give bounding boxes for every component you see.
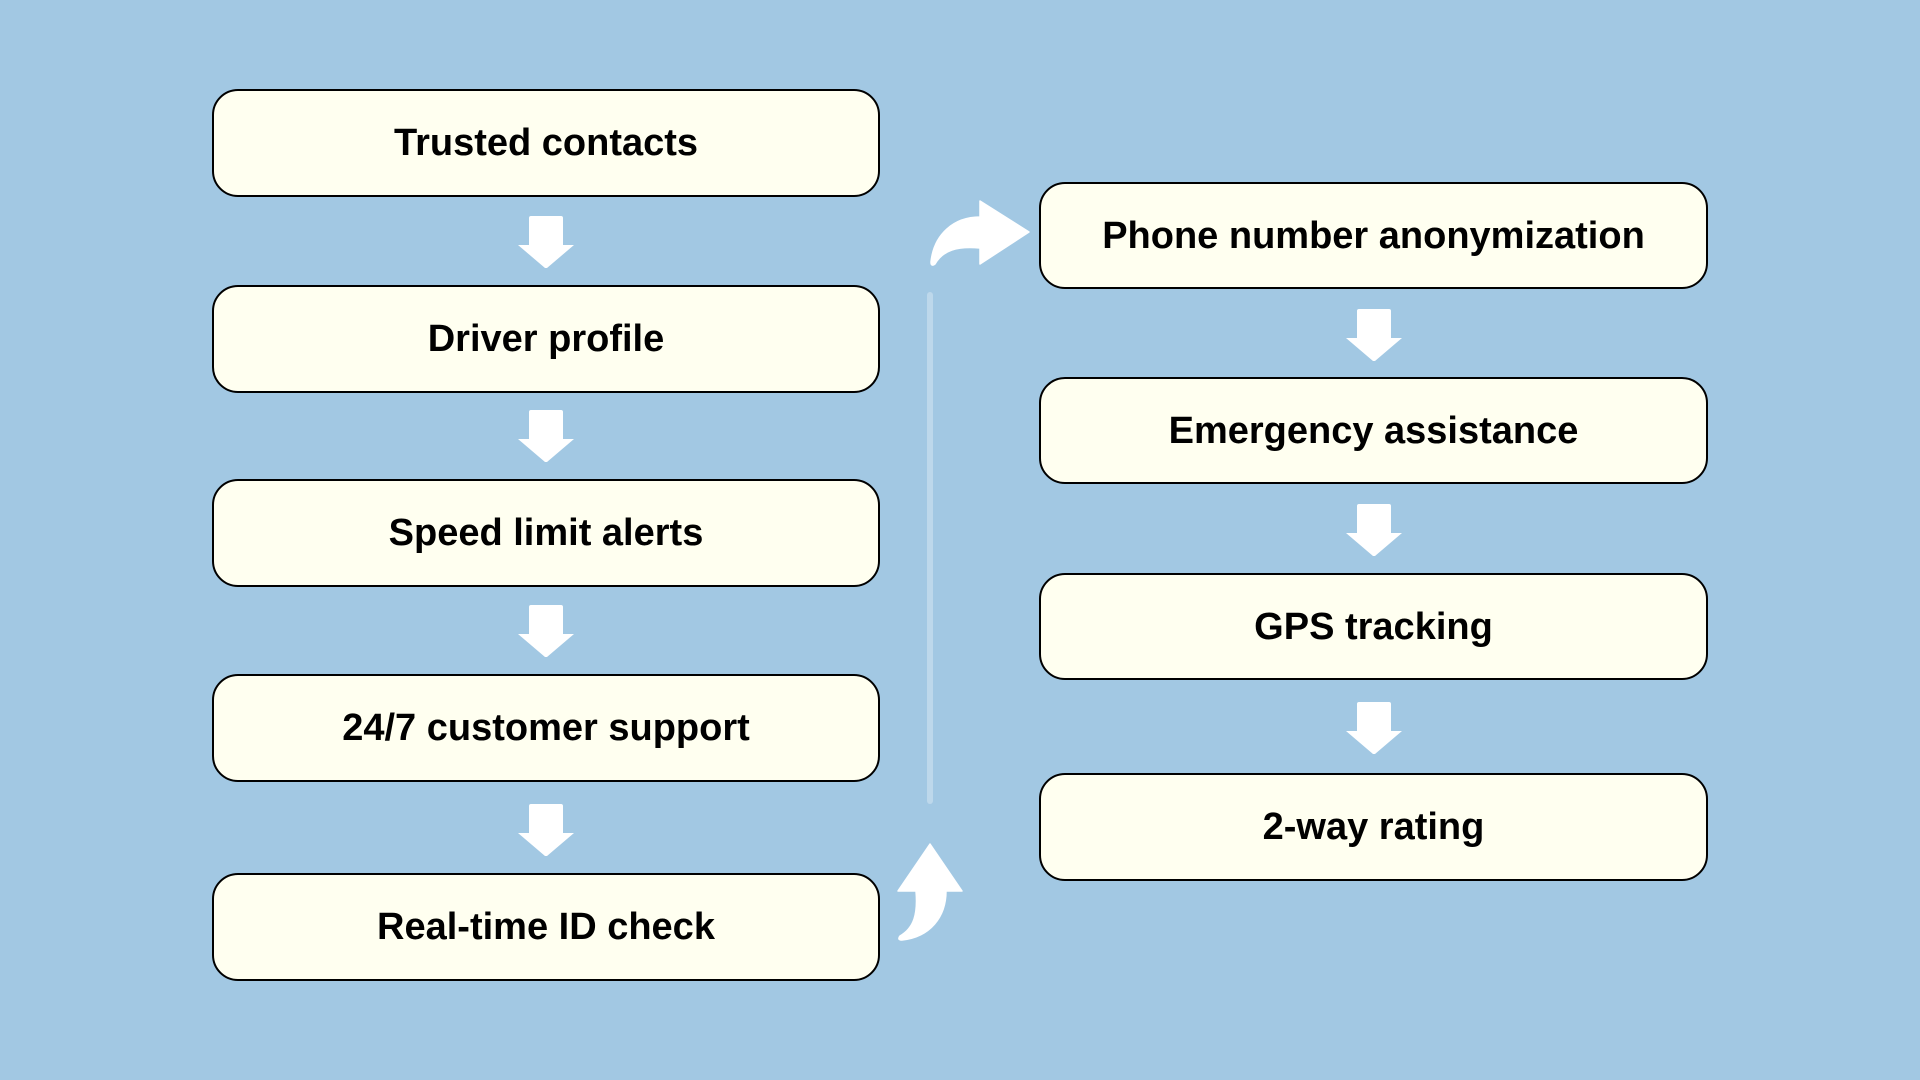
arrow-down-icon	[1346, 504, 1402, 556]
step-label: Trusted contacts	[393, 122, 699, 164]
step-label: Speed limit alerts	[388, 512, 704, 554]
step-label: Driver profile	[427, 318, 665, 360]
step-label: 24/7 customer support	[342, 707, 750, 749]
step-real-time-id-check: Real-time ID check	[212, 873, 880, 981]
step-gps-tracking: GPS tracking	[1039, 573, 1708, 680]
curved-arrow-right-icon	[928, 198, 1032, 270]
step-driver-profile: Driver profile	[212, 285, 880, 393]
step-label: GPS tracking	[1254, 605, 1493, 648]
arrow-down-icon	[518, 605, 574, 657]
arrow-down-icon	[1346, 309, 1402, 361]
step-label: Phone number anonymization	[1102, 214, 1645, 257]
step-label: Emergency assistance	[1168, 409, 1579, 452]
curved-arrow-up-icon	[894, 842, 966, 944]
arrow-down-icon	[518, 410, 574, 462]
step-two-way-rating: 2-way rating	[1039, 773, 1708, 881]
step-trusted-contacts: Trusted contacts	[212, 89, 880, 197]
connector-line	[927, 292, 933, 804]
step-phone-number-anonymization: Phone number anonymization	[1039, 182, 1708, 289]
arrow-down-icon	[518, 804, 574, 856]
step-speed-limit-alerts: Speed limit alerts	[212, 479, 880, 587]
step-label: Real-time ID check	[377, 906, 715, 948]
step-emergency-assistance: Emergency assistance	[1039, 377, 1708, 484]
step-customer-support: 24/7 customer support	[212, 674, 880, 782]
step-label: 2-way rating	[1262, 806, 1485, 848]
arrow-down-icon	[518, 216, 574, 268]
arrow-down-icon	[1346, 702, 1402, 754]
